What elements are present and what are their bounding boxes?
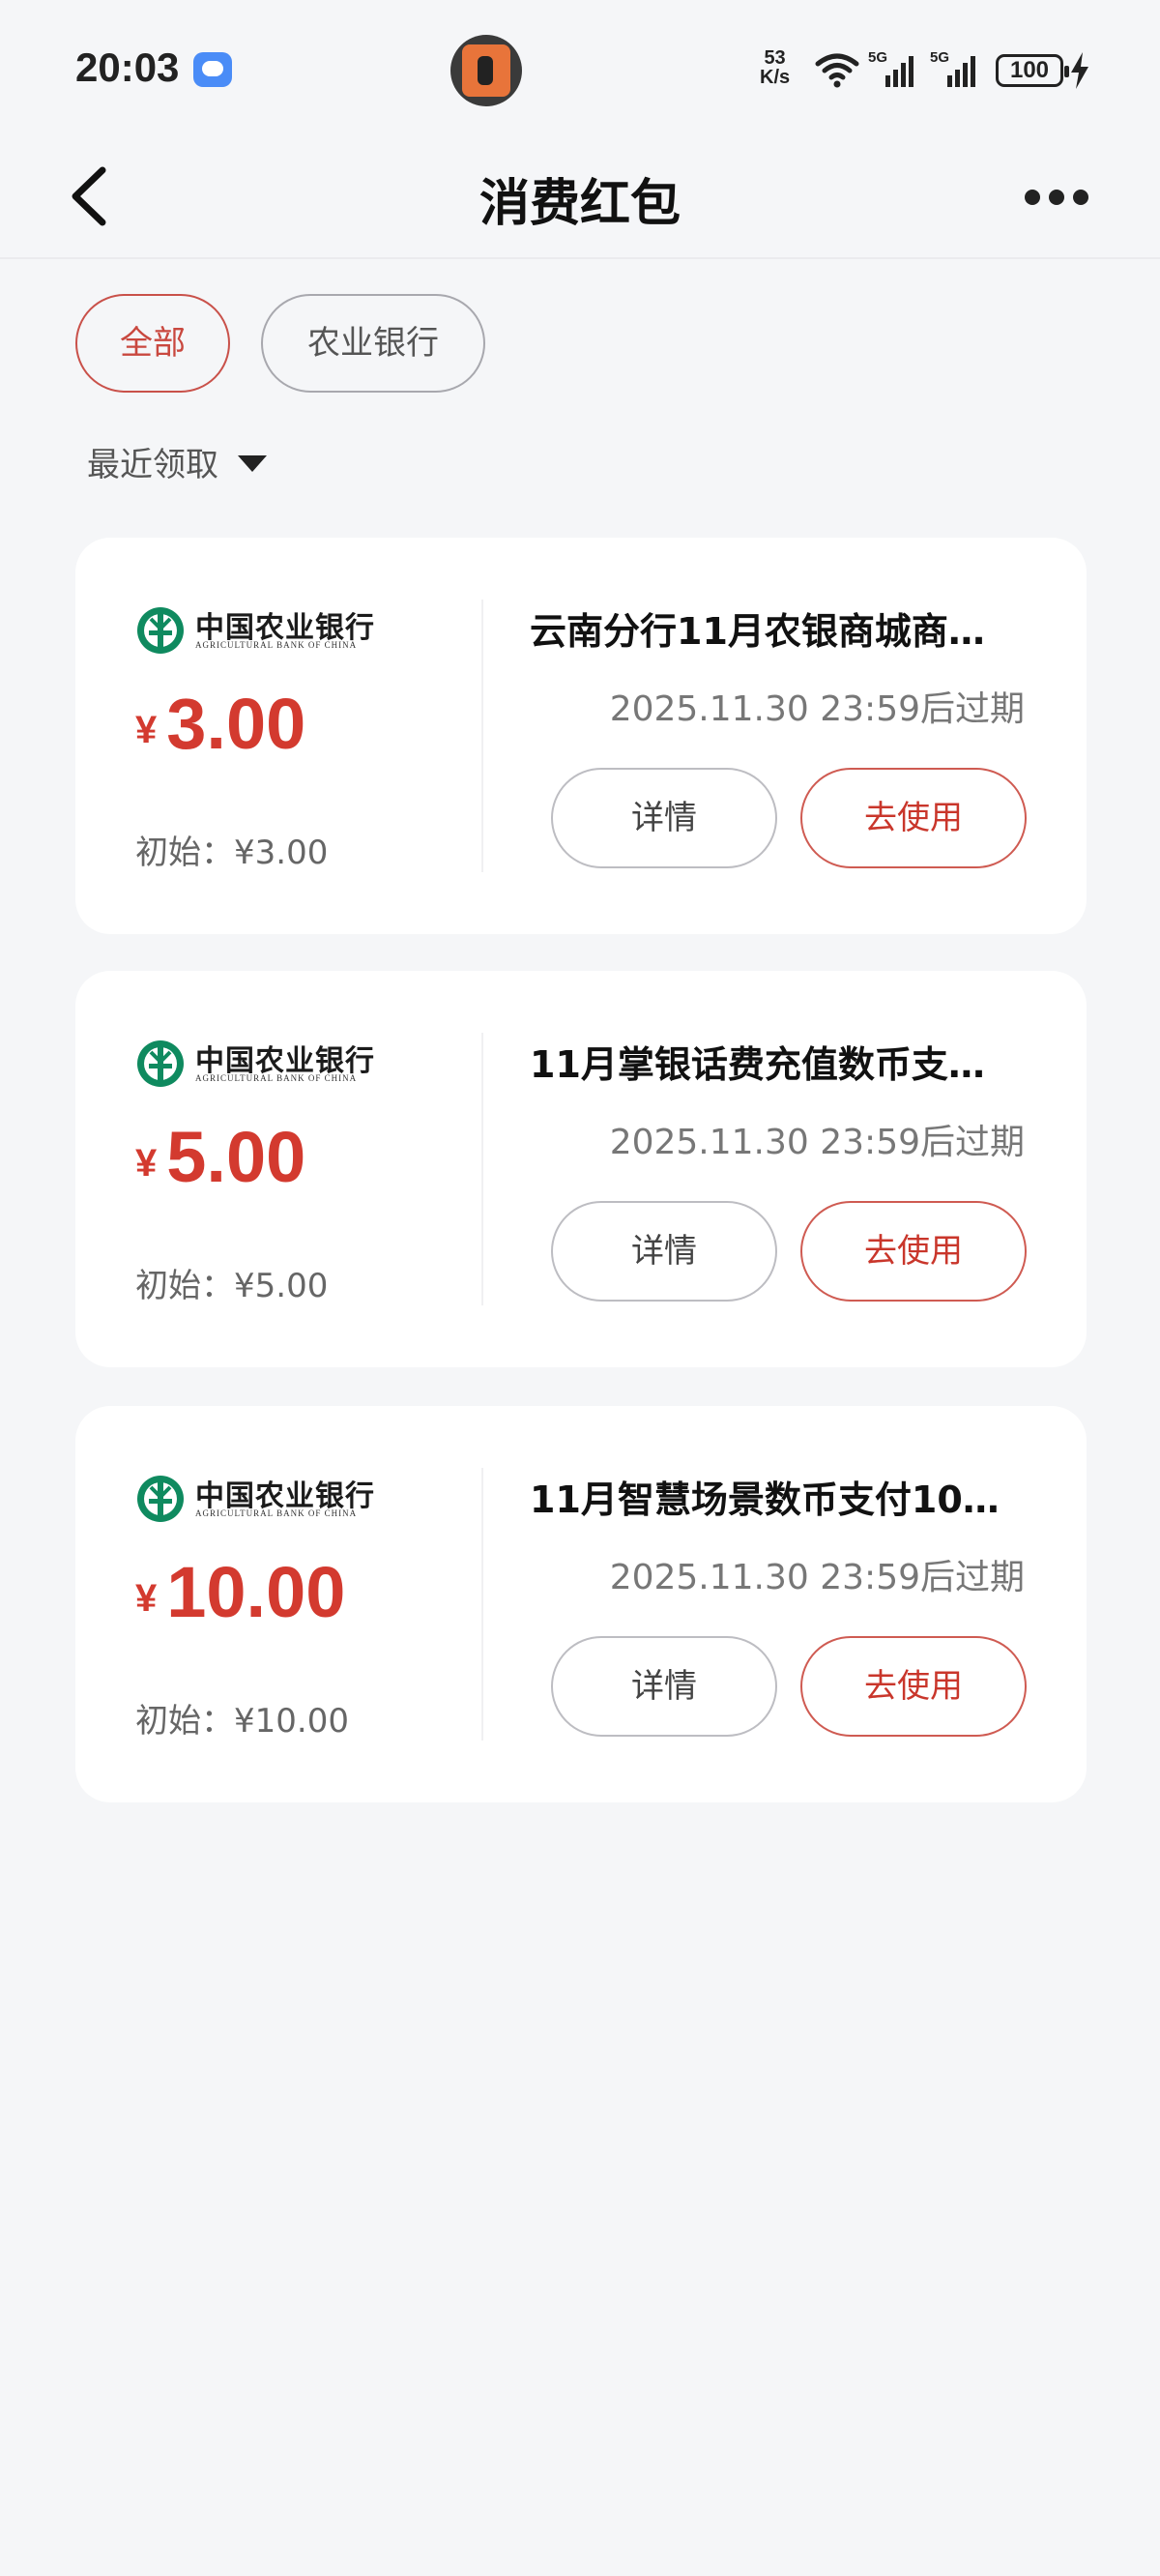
network-speed: 53 K/s: [760, 48, 790, 87]
amount-value: 3.00: [166, 684, 306, 764]
card-amount-section: 中国农业银行 AGRICULTURAL BANK OF CHINA ¥5.00 …: [75, 971, 481, 1367]
card-title: 11月智慧场景数币支付10…: [530, 1478, 1000, 1521]
currency-symbol: ¥: [135, 709, 158, 751]
bank-logo: 中国农业银行 AGRICULTURAL BANK OF CHINA: [135, 1472, 387, 1526]
filter-all[interactable]: 全部: [75, 294, 230, 393]
use-button[interactable]: 去使用: [800, 1636, 1027, 1737]
network-speed-value: 53: [764, 47, 786, 69]
use-button[interactable]: 去使用: [800, 768, 1027, 868]
floating-app-avatar[interactable]: [450, 35, 522, 106]
amount-value: 10.00: [166, 1552, 346, 1632]
bank-logo: 中国农业银行 AGRICULTURAL BANK OF CHINA: [135, 603, 387, 658]
card-amount-section: 中国农业银行 AGRICULTURAL BANK OF CHINA ¥3.00 …: [75, 538, 481, 934]
network-label-2: 5G: [930, 49, 949, 66]
wifi-icon: [815, 53, 859, 88]
card-divider: [481, 600, 483, 872]
abc-bank-logo-icon: [137, 1040, 184, 1087]
abc-bank-logo-icon: [137, 1476, 184, 1522]
bank-name-en: AGRICULTURAL BANK OF CHINA: [195, 1508, 358, 1518]
card-divider: [481, 1468, 483, 1741]
sort-dropdown[interactable]: 最近领取: [87, 437, 267, 485]
page-header: 消费红包: [0, 135, 1160, 259]
bank-logo: 中国农业银行 AGRICULTURAL BANK OF CHINA: [135, 1037, 387, 1091]
card-title: 11月掌银话费充值数币支…: [530, 1043, 985, 1086]
detail-button[interactable]: 详情: [551, 1636, 777, 1737]
red-packet-card: 中国农业银行 AGRICULTURAL BANK OF CHINA ¥10.00…: [75, 1406, 1087, 1802]
status-bar: 20:03 53 K/s 5G 5G 100: [0, 0, 1160, 135]
expiry-text: 2025.11.30 23:59后过期: [609, 689, 1025, 729]
message-notification-icon: [193, 52, 232, 87]
currency-symbol: ¥: [135, 1142, 158, 1185]
filter-abc-bank[interactable]: 农业银行: [261, 294, 485, 393]
card-title: 云南分行11月农银商城商…: [530, 610, 985, 653]
red-packet-card: 中国农业银行 AGRICULTURAL BANK OF CHINA ¥5.00 …: [75, 971, 1087, 1367]
expiry-text: 2025.11.30 23:59后过期: [609, 1558, 1025, 1597]
detail-button[interactable]: 详情: [551, 768, 777, 868]
page-title: 消费红包: [478, 175, 681, 233]
signal-5g-icon: 5G: [868, 49, 914, 87]
packet-amount: ¥3.00: [135, 683, 305, 765]
network-label-1: 5G: [868, 49, 887, 66]
more-dots-icon[interactable]: [1023, 186, 1090, 209]
network-speed-unit: K/s: [760, 67, 791, 88]
sort-label: 最近领取: [87, 445, 218, 484]
detail-button[interactable]: 详情: [551, 1201, 777, 1302]
packet-amount: ¥10.00: [135, 1551, 345, 1633]
original-amount: 初始：¥10.00: [135, 1702, 349, 1741]
card-divider: [481, 1033, 483, 1305]
signal-5g-icon: 5G: [930, 49, 975, 87]
amount-value: 5.00: [166, 1117, 306, 1197]
abc-bank-logo-icon: [137, 607, 184, 654]
battery-indicator: 100: [996, 54, 1069, 87]
original-amount: 初始：¥5.00: [135, 1267, 329, 1305]
expiry-text: 2025.11.30 23:59后过期: [609, 1123, 1025, 1162]
packet-amount: ¥5.00: [135, 1116, 305, 1198]
caret-down-icon: [238, 454, 267, 472]
status-time: 20:03: [75, 44, 180, 90]
bank-name-en: AGRICULTURAL BANK OF CHINA: [195, 640, 358, 650]
currency-symbol: ¥: [135, 1577, 158, 1620]
red-packet-card: 中国农业银行 AGRICULTURAL BANK OF CHINA ¥3.00 …: [75, 538, 1087, 934]
charging-bolt-icon: [1071, 52, 1088, 89]
use-button[interactable]: 去使用: [800, 1201, 1027, 1302]
bank-name-en: AGRICULTURAL BANK OF CHINA: [195, 1073, 358, 1083]
card-amount-section: 中国农业银行 AGRICULTURAL BANK OF CHINA ¥10.00…: [75, 1406, 481, 1802]
original-amount: 初始：¥3.00: [135, 834, 329, 872]
